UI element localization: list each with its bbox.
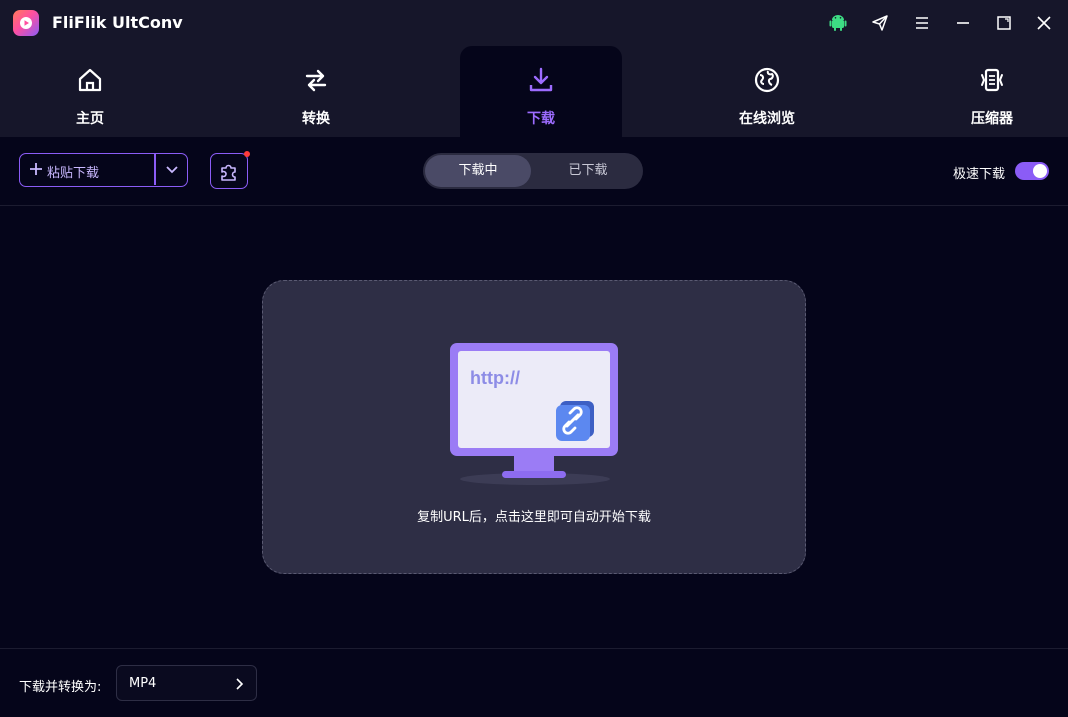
- output-format-value: MP4: [129, 676, 157, 691]
- download-icon: [529, 67, 553, 92]
- close-icon[interactable]: [1034, 13, 1054, 33]
- tab-convert-label: 转换: [302, 111, 330, 127]
- tab-home-label: 主页: [76, 111, 104, 127]
- toolbar-divider: [0, 205, 1068, 206]
- paste-dropdown-button[interactable]: [156, 154, 187, 185]
- app-title: FliFlik UltConv: [52, 13, 183, 32]
- tab-convert[interactable]: 转换: [235, 46, 397, 137]
- tab-compressor[interactable]: 压缩器: [911, 46, 1068, 137]
- tab-download[interactable]: 下载: [460, 46, 622, 137]
- globe-icon: [754, 67, 780, 93]
- plus-icon: [30, 163, 42, 175]
- maximize-icon[interactable]: [994, 13, 1014, 33]
- chevron-right-icon: [236, 678, 244, 690]
- compress-icon: [981, 68, 1003, 92]
- tab-compressor-label: 压缩器: [971, 111, 1013, 127]
- notification-dot: [244, 151, 250, 157]
- toggle-knob: [1033, 164, 1047, 178]
- title-bar: FliFlik UltConv: [0, 0, 1068, 46]
- output-format-label: 下载并转换为:: [19, 680, 102, 695]
- paste-download-button[interactable]: 粘贴下载: [19, 153, 188, 187]
- puzzle-icon: [221, 164, 236, 181]
- paste-download-main[interactable]: 粘贴下载: [20, 154, 154, 185]
- download-status-switch: 下载中 已下载: [423, 153, 643, 189]
- tab-browse-label: 在线浏览: [739, 111, 795, 127]
- turbo-download-label: 极速下载: [953, 167, 1006, 182]
- app-logo: [13, 10, 39, 36]
- turbo-download-toggle[interactable]: [1015, 162, 1049, 180]
- android-icon[interactable]: [828, 13, 848, 33]
- paste-download-label: 粘贴下载: [47, 166, 100, 181]
- chevron-down-icon: [165, 165, 178, 173]
- url-drop-zone[interactable]: http:// 复制URL后，点击这里即可自动开始下载: [262, 280, 806, 574]
- tab-browse[interactable]: 在线浏览: [686, 46, 848, 137]
- tab-downloading[interactable]: 下载中: [425, 155, 531, 187]
- output-format-select[interactable]: MP4: [116, 665, 257, 701]
- tab-home[interactable]: 主页: [9, 46, 171, 137]
- plugin-button[interactable]: [210, 151, 250, 189]
- screen-url-text: http://: [470, 368, 520, 388]
- tab-download-label: 下载: [527, 111, 555, 127]
- convert-icon: [305, 69, 327, 92]
- drop-zone-hint: 复制URL后，点击这里即可自动开始下载: [417, 510, 651, 525]
- home-icon: [78, 68, 102, 92]
- footer-divider: [0, 648, 1068, 649]
- minimize-icon[interactable]: [953, 13, 973, 33]
- main-nav: 主页 转换 下载 在线浏览 压缩器: [0, 46, 1068, 137]
- monitor-illustration: http://: [450, 343, 618, 485]
- send-icon[interactable]: [870, 13, 890, 33]
- tab-downloaded[interactable]: 已下载: [535, 155, 641, 187]
- menu-icon[interactable]: [912, 13, 932, 33]
